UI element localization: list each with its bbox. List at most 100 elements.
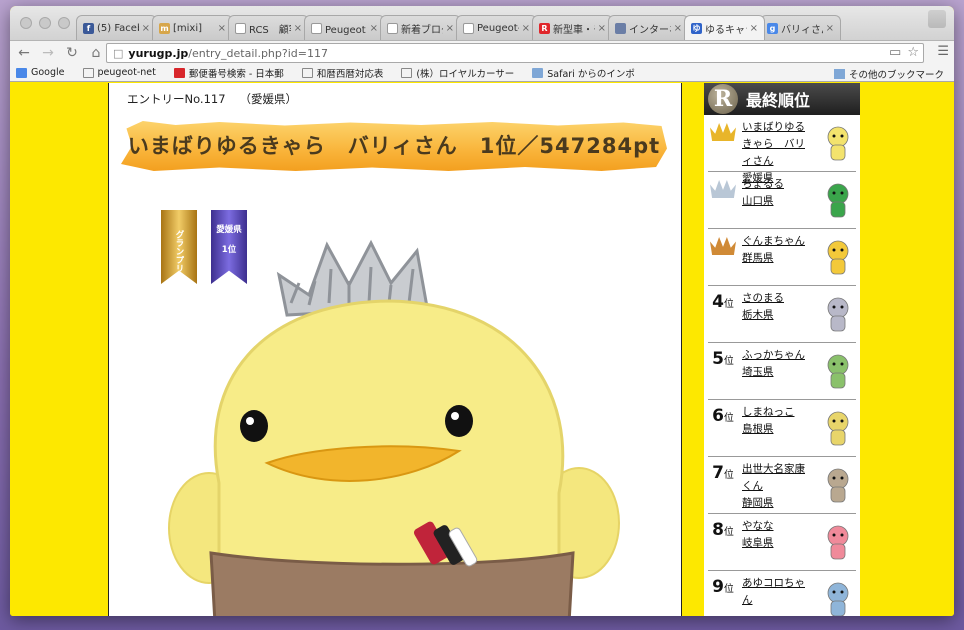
rank-value: 8	[712, 520, 724, 540]
tab-close-icon[interactable]: ×	[674, 23, 682, 34]
mascot-thumbnail[interactable]	[824, 465, 852, 505]
bookmark-label: Google	[31, 67, 65, 78]
ranking-list: いまばりゆるきゃら バリィさん 愛媛県 ちょるる 山口県 ぐんまちゃん 群馬県 4位 さのまる…	[704, 115, 860, 616]
final-ranking-panel: R 最終順位 いまばりゆるきゃら バリィさん 愛媛県 ちょるる 山口県 ぐんまちゃん 群馬…	[704, 83, 860, 616]
tab-close-icon[interactable]: ×	[446, 23, 454, 34]
back-arrow-icon[interactable]: ←	[14, 45, 34, 61]
mascot-name-link[interactable]: 出世大名家康くん	[742, 461, 814, 495]
ranking-item-text[interactable]: やなな 岐阜県	[742, 518, 814, 552]
tab-close-icon[interactable]: ×	[826, 23, 834, 34]
rank-number: 5位	[710, 349, 736, 369]
tab-label: RCS 顧客	[249, 24, 291, 36]
ranking-item[interactable]: ぐんまちゃん 群馬県	[708, 229, 856, 286]
ranking-item[interactable]: 9位 あゆコロちゃん	[708, 571, 856, 616]
tab-close-icon[interactable]: ×	[142, 23, 150, 34]
tab-close-icon[interactable]: ×	[598, 23, 606, 34]
page-icon	[82, 67, 94, 78]
address-bar[interactable]: □ yurugp.jp/entry_detail.php?id=117 ▭ ☆	[106, 43, 924, 63]
tab-favicon-icon	[235, 22, 246, 34]
reload-icon[interactable]: ↻	[62, 45, 82, 61]
tab-label: 新着ブログ	[401, 24, 443, 36]
mascot-name-link[interactable]: さのまる	[742, 290, 814, 307]
mascot-thumbnail[interactable]	[824, 180, 852, 220]
tab-close-icon[interactable]: ×	[218, 23, 226, 34]
mascot-thumbnail[interactable]	[824, 123, 852, 163]
page-icon	[401, 67, 413, 78]
folder-icon	[833, 69, 845, 79]
mascot-name-link[interactable]: やなな	[742, 518, 814, 535]
ranking-item-text[interactable]: ちょるる 山口県	[742, 176, 814, 210]
tab-7[interactable]: インターネ×	[608, 15, 689, 40]
ranking-item[interactable]: いまばりゆるきゃら バリィさん 愛媛県	[708, 115, 856, 184]
prefecture-link[interactable]: 群馬県	[742, 250, 814, 267]
prefecture-link[interactable]: 島根県	[742, 421, 814, 438]
mascot-thumbnail[interactable]	[824, 237, 852, 277]
prefecture-link[interactable]: 埼玉県	[742, 364, 814, 381]
mascot-thumbnail[interactable]	[824, 351, 852, 391]
home-icon[interactable]: ⌂	[86, 45, 106, 61]
prefecture-link[interactable]: 静岡県	[742, 495, 814, 512]
other-bookmarks[interactable]: その他のブックマーク	[833, 67, 944, 81]
tab-9[interactable]: gバリィさん×	[760, 15, 841, 40]
ranking-item-text[interactable]: ふっかちゃん 埼玉県	[742, 347, 814, 381]
forward-arrow-icon[interactable]: →	[38, 45, 58, 61]
mascot-name-link[interactable]: いまばりゆるきゃら バリィさん	[742, 119, 814, 170]
ranking-item-text[interactable]: ぐんまちゃん 群馬県	[742, 233, 814, 267]
tab-3[interactable]: Peugeot デ×	[304, 15, 385, 40]
mascot-name-link[interactable]: ちょるる	[742, 176, 814, 193]
mascot-name-link[interactable]: しまねっこ	[742, 404, 814, 421]
bookmark-label: 郵便番号検索 - 日本郵	[188, 68, 284, 80]
prefecture-link[interactable]: 栃木県	[742, 307, 814, 324]
mascot-name-link[interactable]: ぐんまちゃん	[742, 233, 814, 250]
ranking-item-text[interactable]: しまねっこ 島根県	[742, 404, 814, 438]
bookmark-star-icon[interactable]: ☆	[907, 45, 919, 60]
ranking-item[interactable]: 5位 ふっかちゃん 埼玉県	[708, 343, 856, 400]
page-content: エントリーNo.117 （愛媛県） いまばりゆるきゃら バリィさん 1位／5472…	[10, 83, 954, 616]
mascot-name-link[interactable]: あゆコロちゃん	[742, 575, 814, 609]
mascot-thumbnail[interactable]	[824, 522, 852, 562]
tab-4[interactable]: 新着ブログ×	[380, 15, 461, 40]
tab-close-icon[interactable]: ×	[522, 23, 530, 34]
tab-5[interactable]: Peugeot-N×	[456, 15, 537, 40]
page-action-icon[interactable]: ▭	[889, 45, 901, 60]
bookmark-google[interactable]: Google	[16, 67, 65, 78]
tab-close-icon[interactable]: ×	[750, 23, 758, 34]
ranking-title: 最終順位	[746, 91, 811, 110]
bookmark-postal[interactable]: 郵便番号検索 - 日本郵	[173, 66, 284, 80]
minimize-window-button[interactable]	[39, 17, 51, 29]
tab-8[interactable]: ゆゆるキャラ×	[684, 15, 765, 40]
tab-close-icon[interactable]: ×	[370, 23, 378, 34]
rank-value: 5	[712, 349, 724, 369]
right-eye	[445, 405, 473, 437]
mascot-thumbnail[interactable]	[824, 408, 852, 448]
tab-1[interactable]: m [mixi] ×	[152, 15, 233, 40]
mascot-thumbnail[interactable]	[824, 579, 852, 616]
mascot-name-link[interactable]: ふっかちゃん	[742, 347, 814, 364]
tab-label: Peugeot-N	[477, 22, 519, 34]
ranking-item[interactable]: ちょるる 山口県	[708, 172, 856, 229]
prefecture-link[interactable]: 岐阜県	[742, 535, 814, 552]
tab-6[interactable]: R新型車・モ×	[532, 15, 613, 40]
tab-close-icon[interactable]: ×	[294, 23, 302, 34]
bookmark-safari-import[interactable]: Safari からのインポ	[532, 66, 635, 80]
bookmark-peugeot-net[interactable]: peugeot-net	[82, 67, 156, 78]
ranking-item[interactable]: 8位 やなな 岐阜県	[708, 514, 856, 571]
ranking-item-text[interactable]: 出世大名家康くん 静岡県	[742, 461, 814, 512]
profile-icon[interactable]	[928, 10, 946, 28]
prefecture-link[interactable]: 山口県	[742, 193, 814, 210]
tab-2[interactable]: RCS 顧客×	[228, 15, 309, 40]
ranking-item-text[interactable]: あゆコロちゃん	[742, 575, 814, 609]
bookmark-calendar[interactable]: 和暦西暦対応表	[301, 66, 383, 80]
ranking-item[interactable]: 7位 出世大名家康くん 静岡県	[708, 457, 856, 514]
bookmark-royal[interactable]: (株）ロイヤルカーサー	[401, 66, 514, 80]
ranking-item[interactable]: 6位 しまねっこ 島根県	[708, 400, 856, 457]
ranking-item-text[interactable]: さのまる 栃木県	[742, 290, 814, 324]
google-icon	[16, 67, 27, 78]
zoom-window-button[interactable]	[58, 17, 70, 29]
close-window-button[interactable]	[20, 17, 32, 29]
mascot-thumbnail[interactable]	[824, 294, 852, 334]
tab-0[interactable]: f(5) Facebook×	[76, 15, 157, 40]
ranking-item[interactable]: 4位 さのまる 栃木県	[708, 286, 856, 343]
menu-icon[interactable]: ☰	[937, 44, 949, 59]
rank-number: 6位	[710, 406, 736, 426]
